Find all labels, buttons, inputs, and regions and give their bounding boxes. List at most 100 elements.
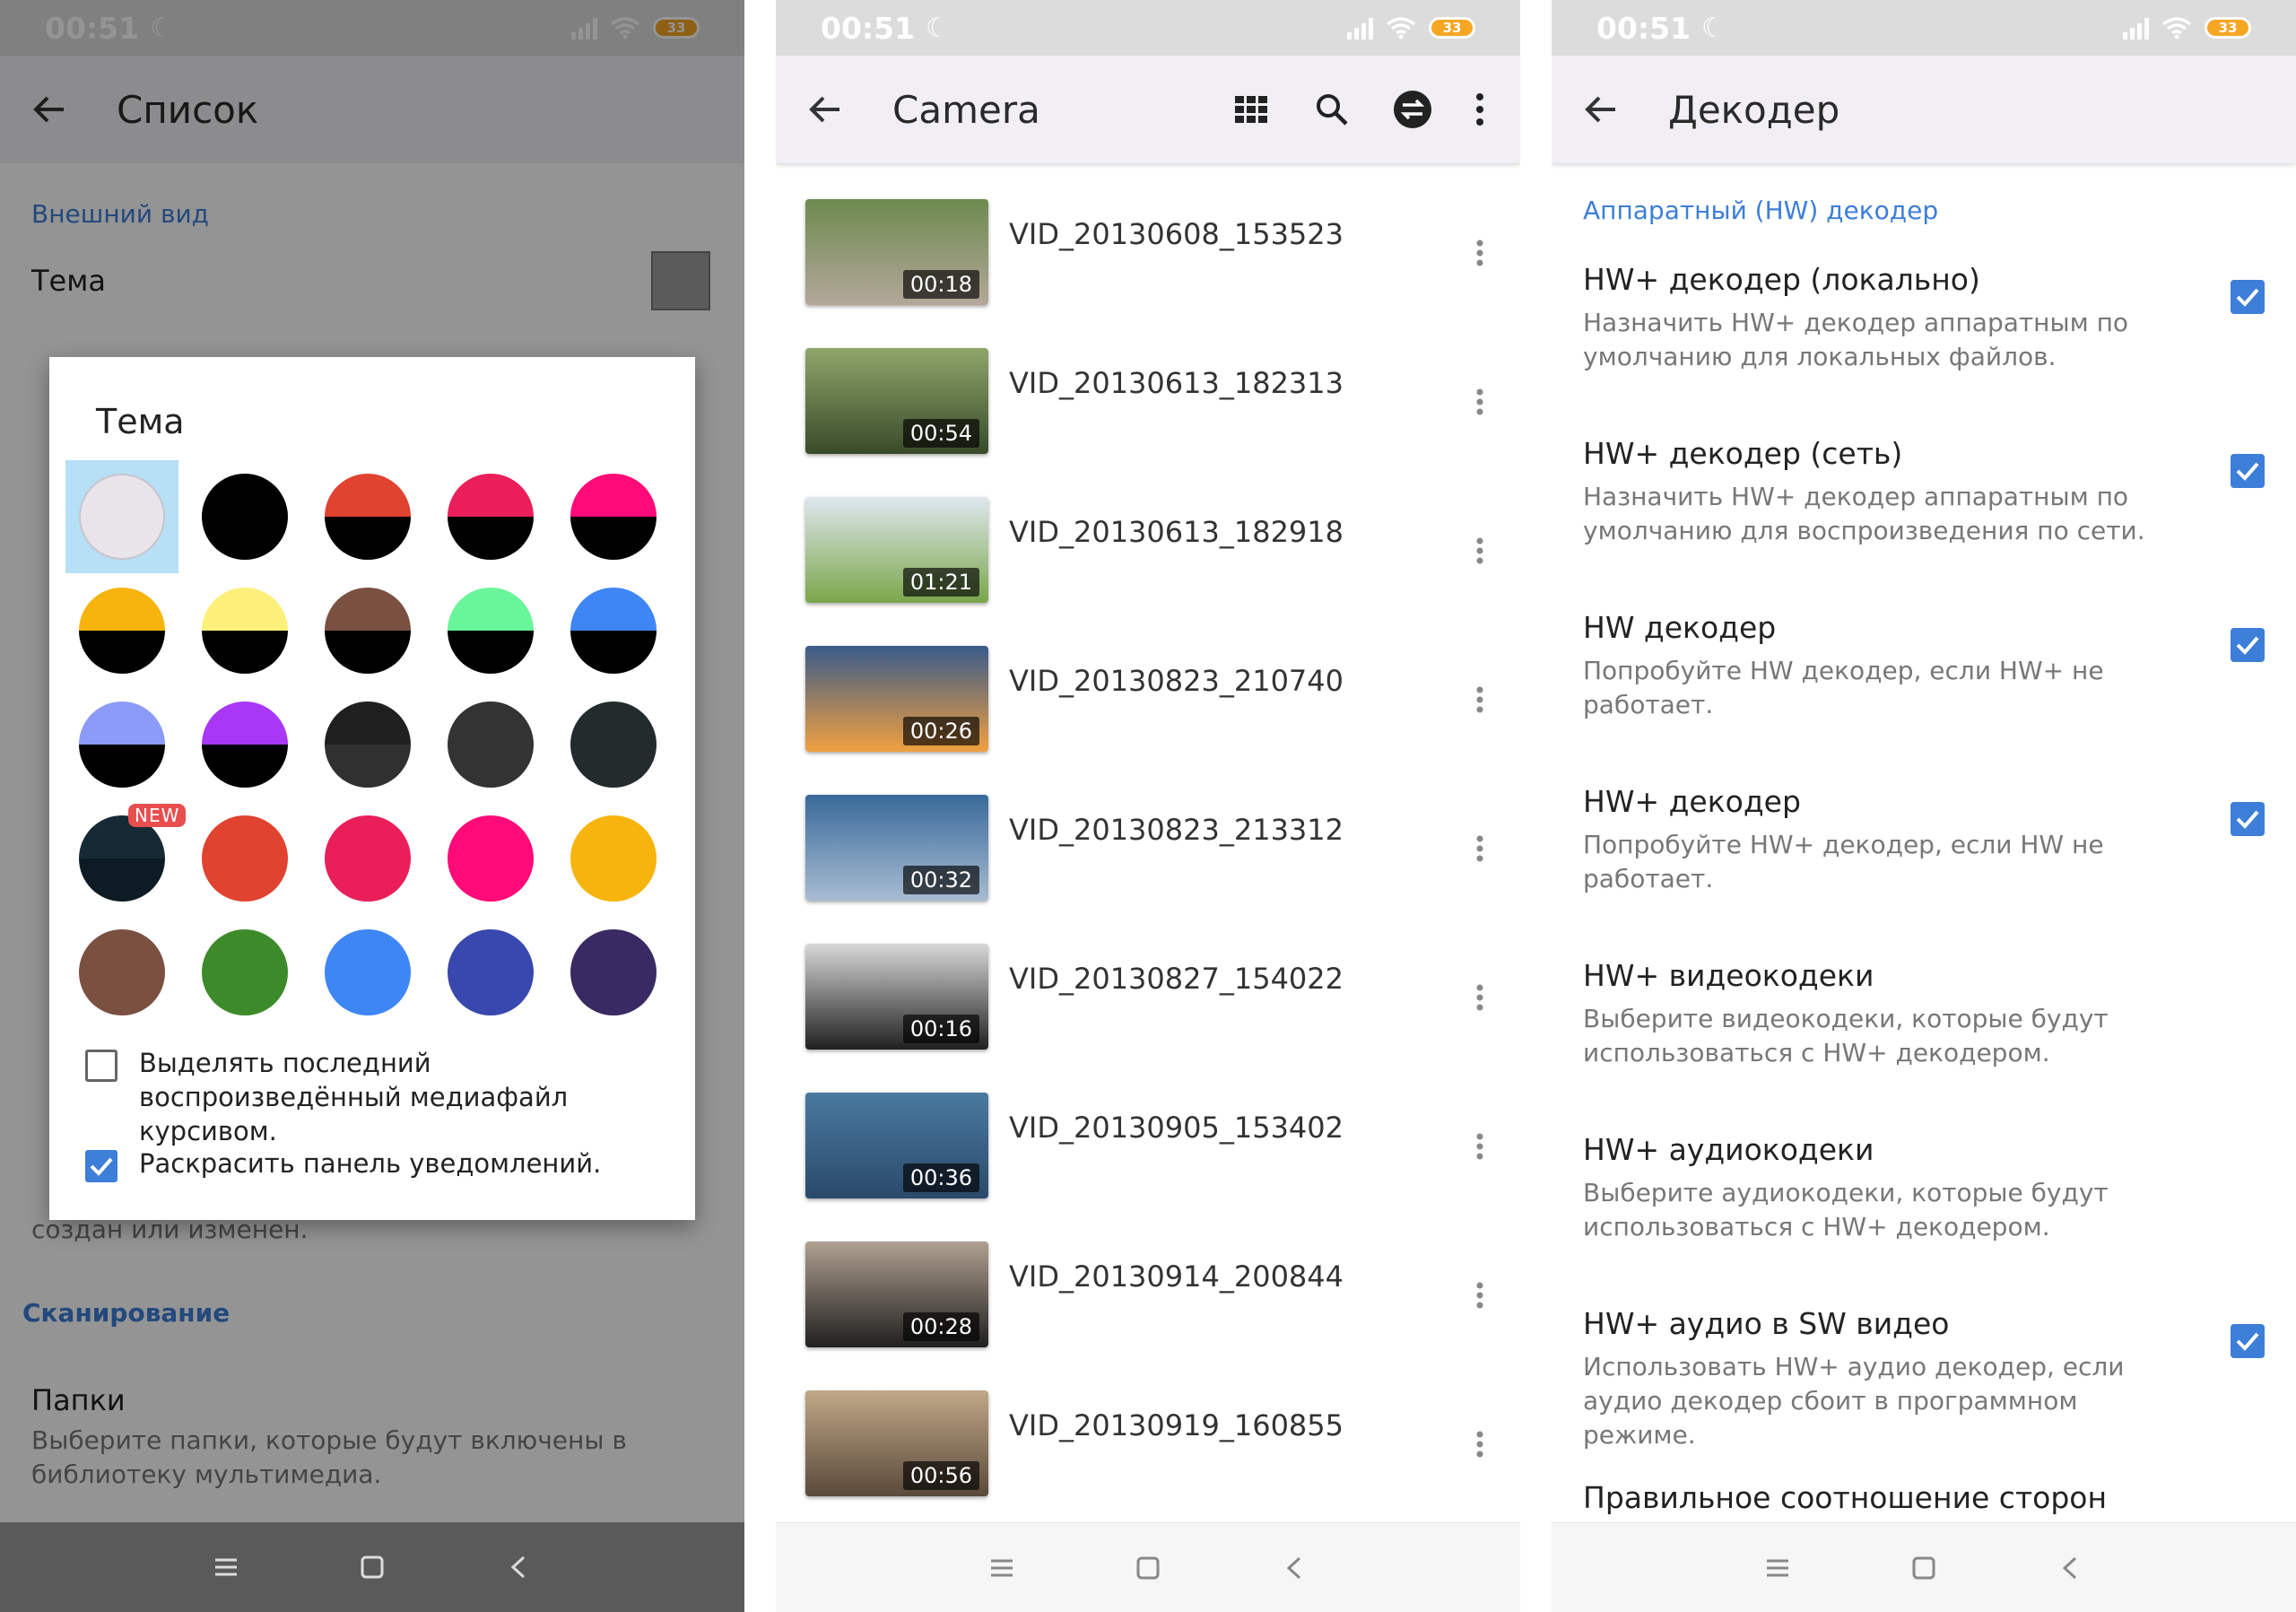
- video-list-item[interactable]: 00:28 VID_20130914_200844: [776, 1206, 1520, 1355]
- video-thumbnail[interactable]: 00:56: [805, 1390, 988, 1496]
- theme-swatch[interactable]: [557, 916, 670, 1029]
- setting-checkbox[interactable]: [2231, 454, 2265, 488]
- video-title: VID_20130905_153402: [1009, 1111, 1344, 1145]
- video-duration: 00:26: [902, 717, 979, 745]
- theme-swatch[interactable]: [434, 916, 547, 1029]
- theme-swatch[interactable]: [188, 574, 301, 687]
- video-list-item[interactable]: 00:18 VID_20130608_153523: [776, 163, 1520, 312]
- theme-swatch[interactable]: [311, 688, 424, 801]
- status-bar: 00:51 ☾ 33: [1552, 0, 2296, 56]
- theme-swatch[interactable]: [434, 688, 547, 801]
- item-more-icon[interactable]: [1466, 1128, 1493, 1164]
- decoder-setting-item[interactable]: HW+ декодер (сеть) Назначить HW+ декодер …: [1583, 436, 2265, 548]
- grid-view-icon[interactable]: [1224, 83, 1278, 136]
- menu-nav-icon[interactable]: [199, 1540, 253, 1594]
- theme-swatch[interactable]: [311, 460, 424, 573]
- theme-swatch[interactable]: [65, 574, 178, 687]
- item-more-icon[interactable]: [1466, 682, 1493, 718]
- video-thumbnail[interactable]: 00:18: [805, 199, 988, 305]
- swatch-circle: [202, 929, 288, 1015]
- setting-title: HW+ декодер: [1583, 784, 1801, 819]
- video-thumbnail[interactable]: 00:54: [805, 348, 988, 454]
- item-more-icon[interactable]: [1466, 384, 1493, 420]
- video-thumbnail[interactable]: 00:16: [805, 944, 988, 1050]
- italic-checkbox[interactable]: [85, 1050, 117, 1082]
- search-icon[interactable]: [1305, 83, 1359, 136]
- item-more-icon[interactable]: [1466, 235, 1493, 271]
- video-list-item[interactable]: 00:16 VID_20130827_154022: [776, 908, 1520, 1057]
- swatch-primary: [448, 588, 534, 631]
- video-thumbnail[interactable]: 00:28: [805, 1242, 988, 1347]
- theme-swatch[interactable]: [311, 802, 424, 915]
- home-nav-icon[interactable]: [1897, 1541, 1951, 1595]
- theme-swatch[interactable]: [434, 802, 547, 915]
- theme-swatch[interactable]: [311, 916, 424, 1029]
- swatch-circle: [448, 588, 534, 674]
- video-list-item[interactable]: 00:32 VID_20130823_213312: [776, 759, 1520, 908]
- item-more-icon[interactable]: [1466, 980, 1493, 1015]
- theme-swatch[interactable]: [311, 574, 424, 687]
- theme-swatch[interactable]: [557, 460, 670, 573]
- decoder-setting-item[interactable]: HW+ декодер (локально) Назначить HW+ деко…: [1583, 262, 2265, 374]
- setting-checkbox[interactable]: [2231, 628, 2265, 662]
- italic-last-media-row[interactable]: Выделять последний воспроизведённый меди…: [85, 1046, 677, 1148]
- swap-mode-icon[interactable]: [1386, 83, 1439, 136]
- swatch-primary: [202, 474, 288, 517]
- back-nav-icon[interactable]: [1267, 1541, 1321, 1595]
- theme-swatch[interactable]: [65, 460, 178, 573]
- video-thumbnail[interactable]: 00:36: [805, 1093, 988, 1198]
- video-thumbnail[interactable]: 00:32: [805, 795, 988, 901]
- battery-icon: 33: [2205, 17, 2251, 39]
- decoder-setting-item[interactable]: HW+ видеокодеки Выберите видеокодеки, кот…: [1583, 958, 2265, 1070]
- video-list-item[interactable]: 00:36 VID_20130905_153402: [776, 1057, 1520, 1206]
- setting-checkbox[interactable]: [2231, 1324, 2265, 1358]
- back-arrow-icon[interactable]: [798, 83, 852, 136]
- menu-nav-icon[interactable]: [1751, 1541, 1805, 1595]
- decoder-setting-item[interactable]: HW+ аудиокодеки Выберите аудиокодеки, кот…: [1583, 1132, 2265, 1244]
- item-more-icon[interactable]: [1466, 1426, 1493, 1462]
- home-nav-icon[interactable]: [345, 1540, 399, 1594]
- section-header-hw-decoder: Аппаратный (HW) декодер: [1583, 196, 1939, 225]
- notification-checkbox[interactable]: [85, 1150, 117, 1182]
- setting-checkbox[interactable]: [2231, 280, 2265, 314]
- theme-swatch[interactable]: NEW: [65, 802, 187, 915]
- theme-swatch[interactable]: [557, 688, 670, 801]
- theme-swatch[interactable]: [65, 916, 178, 1029]
- decoder-setting-item[interactable]: HW декодер Попробуйте HW декодер, если HW…: [1583, 610, 2265, 722]
- new-badge: NEW: [128, 804, 187, 827]
- back-nav-icon[interactable]: [491, 1540, 545, 1594]
- battery-icon: 33: [1429, 17, 1475, 39]
- video-list-item[interactable]: 01:21 VID_20130613_182918: [776, 461, 1520, 610]
- theme-swatch[interactable]: [65, 688, 178, 801]
- video-list-item[interactable]: 00:56 VID_20130919_160855: [776, 1355, 1520, 1503]
- back-nav-icon[interactable]: [2043, 1541, 2097, 1595]
- setting-subtitle: Использовать HW+ аудио декодер, если ауд…: [1583, 1352, 2125, 1450]
- more-options-icon[interactable]: [1466, 83, 1493, 136]
- video-list-item[interactable]: 00:54 VID_20130613_182313: [776, 312, 1520, 461]
- theme-swatch[interactable]: [557, 574, 670, 687]
- decoder-setting-item[interactable]: HW+ аудио в SW видео Использовать HW+ ауд…: [1583, 1306, 2265, 1452]
- theme-swatch[interactable]: [188, 916, 301, 1029]
- colorize-notification-row[interactable]: Раскрасить панель уведомлений.: [85, 1146, 677, 1182]
- moon-icon: ☾: [926, 12, 950, 44]
- theme-swatch[interactable]: [434, 460, 547, 573]
- setting-checkbox[interactable]: [2231, 802, 2265, 836]
- video-thumbnail[interactable]: 00:26: [805, 646, 988, 752]
- decoder-setting-item[interactable]: HW+ декодер Попробуйте HW+ декодер, если …: [1583, 784, 2265, 896]
- home-nav-icon[interactable]: [1121, 1541, 1175, 1595]
- video-list-item[interactable]: 00:26 VID_20130823_210740: [776, 610, 1520, 759]
- swatch-circle: [448, 474, 534, 560]
- swatch-secondary: [79, 631, 165, 674]
- theme-swatch[interactable]: [434, 574, 547, 687]
- theme-swatch[interactable]: [557, 802, 670, 915]
- theme-swatch[interactable]: [188, 802, 301, 915]
- decoder-setting-item[interactable]: Правильное соотношение сторон: [1583, 1480, 2265, 1524]
- menu-nav-icon[interactable]: [975, 1541, 1029, 1595]
- item-more-icon[interactable]: [1466, 1277, 1493, 1313]
- theme-swatch[interactable]: [188, 460, 301, 573]
- video-thumbnail[interactable]: 01:21: [805, 497, 988, 603]
- back-arrow-icon[interactable]: [1574, 83, 1628, 136]
- item-more-icon[interactable]: [1466, 533, 1493, 569]
- theme-swatch[interactable]: [188, 688, 301, 801]
- item-more-icon[interactable]: [1466, 831, 1493, 867]
